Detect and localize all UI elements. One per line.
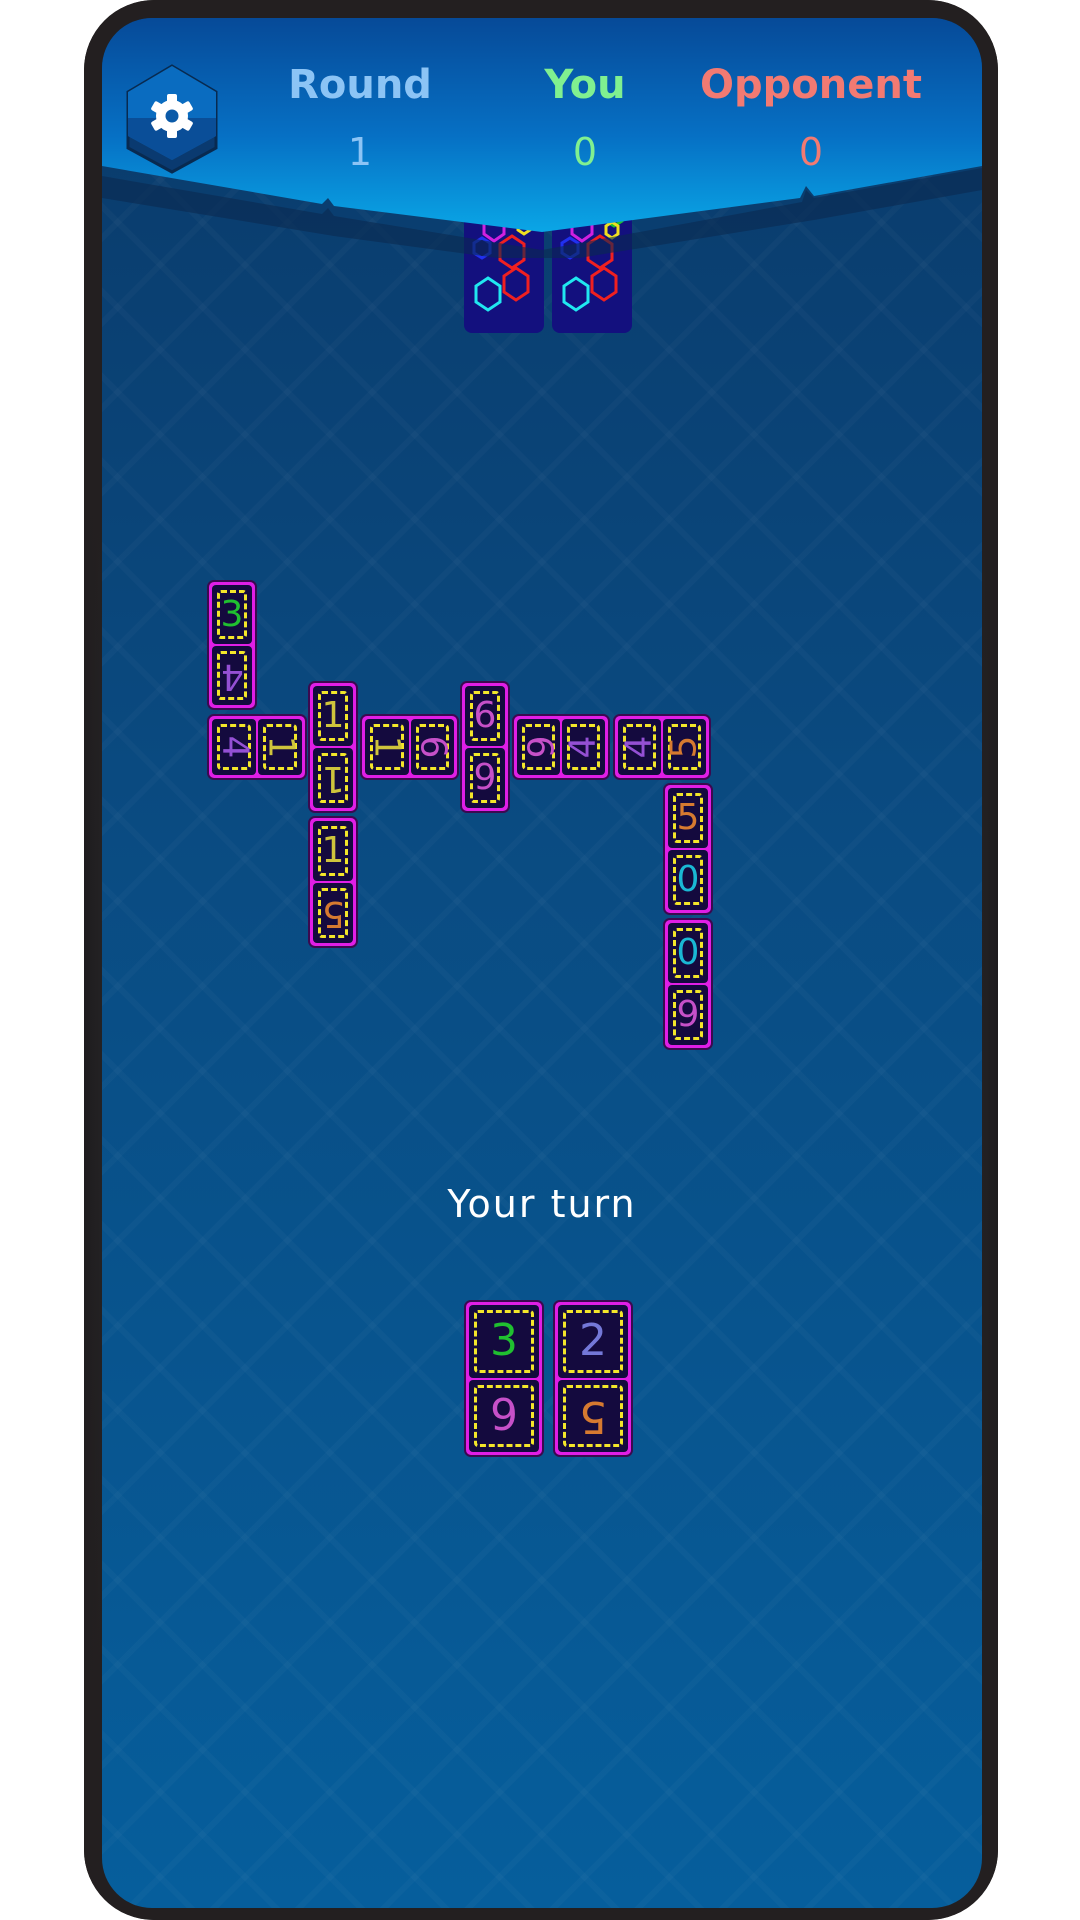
board-domino: 45	[613, 714, 711, 780]
pip-value: 4	[618, 735, 660, 759]
domino-half: 3	[212, 585, 252, 644]
you-label: You	[544, 62, 626, 108]
domino-half: 5	[668, 788, 708, 848]
domino-half: 4	[618, 719, 661, 775]
domino-half: 6	[410, 719, 454, 775]
pip-value: 6	[412, 735, 454, 759]
opponent-score: 0	[798, 130, 824, 174]
pip-value: 0	[676, 859, 700, 900]
pip-value: 6	[518, 735, 560, 759]
domino-half: 5	[558, 1379, 628, 1452]
pip-value: 4	[562, 735, 604, 759]
domino-half: 4	[212, 719, 256, 775]
hand-domino[interactable]: 25	[553, 1300, 633, 1457]
domino-half: 2	[558, 1305, 628, 1378]
pip-value: 1	[260, 735, 301, 759]
board-domino: 69	[460, 681, 510, 813]
domino-half: 3	[469, 1305, 539, 1378]
board-domino: 09	[663, 918, 713, 1050]
domino-half: 6	[465, 686, 505, 746]
pip-value: 3	[220, 593, 244, 635]
domino-half: 1	[365, 719, 409, 775]
board-domino: 41	[207, 714, 307, 780]
pip-value: 4	[220, 655, 244, 697]
board-domino: 50	[663, 783, 713, 915]
score-header-background	[102, 18, 982, 258]
pip-value: 6	[473, 695, 497, 736]
pip-value: 9	[676, 994, 700, 1035]
pip-value: 9	[473, 757, 497, 798]
opponent-label: Opponent	[700, 62, 922, 108]
domino-half: 9	[668, 985, 708, 1045]
domino-half: 0	[668, 923, 708, 983]
board-domino: 11	[308, 681, 358, 813]
domino-half: 5	[313, 883, 353, 943]
pip-value: 4	[214, 735, 255, 759]
round-value: 1	[347, 130, 373, 174]
pip-value: 5	[676, 797, 700, 838]
turn-status: Your turn	[447, 1182, 637, 1226]
pip-value: 5	[579, 1390, 607, 1442]
round-label: Round	[288, 62, 432, 108]
board-domino: 64	[512, 714, 610, 780]
board-domino: 16	[360, 714, 459, 780]
domino-half: 4	[212, 646, 252, 705]
board-domino: 15	[308, 816, 358, 948]
pip-value: 0	[676, 932, 700, 973]
pip-value: 1	[366, 735, 408, 759]
pip-value: 5	[663, 735, 705, 759]
settings-button[interactable]	[124, 62, 220, 174]
domino-half: 0	[668, 850, 708, 910]
game-screen: Round 1 You 0 Opponent 0 344111151669644…	[102, 18, 982, 1908]
pip-value: 5	[321, 893, 345, 934]
domino-half: 4	[562, 719, 605, 775]
domino-half: 9	[465, 748, 505, 808]
pip-value: 3	[490, 1315, 518, 1367]
pip-value: 1	[321, 695, 345, 736]
board-domino: 34	[207, 580, 257, 710]
domino-half: 5	[663, 719, 706, 775]
domino-half: 1	[258, 719, 302, 775]
domino-half: 1	[313, 686, 353, 746]
pip-value: 1	[321, 830, 345, 871]
pip-value: 1	[321, 758, 345, 799]
pip-value: 2	[579, 1315, 607, 1367]
domino-half: 9	[469, 1379, 539, 1452]
you-score: 0	[572, 130, 598, 174]
domino-half: 1	[313, 748, 353, 808]
domino-half: 1	[313, 821, 353, 881]
hand-domino[interactable]: 39	[464, 1300, 544, 1457]
domino-half: 6	[517, 719, 560, 775]
pip-value: 9	[490, 1389, 518, 1441]
